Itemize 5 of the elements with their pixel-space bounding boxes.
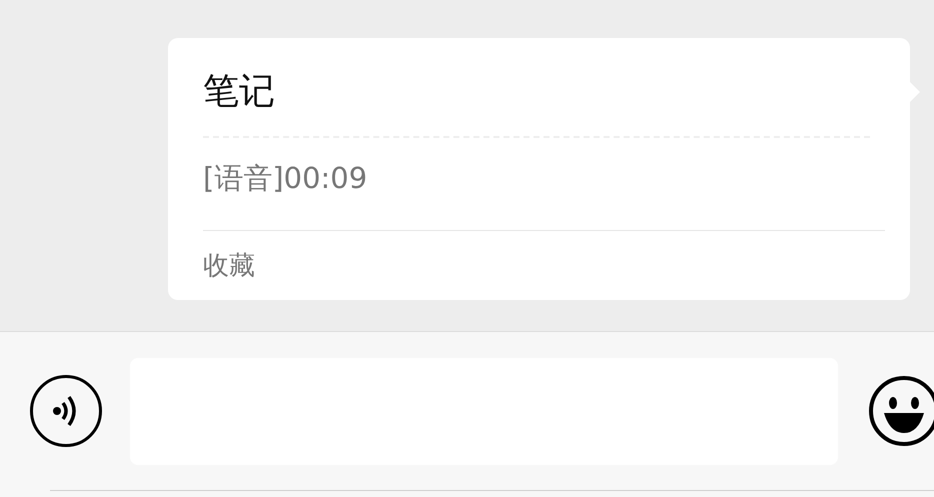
card-title: 笔记 [203,70,275,114]
voice-button[interactable] [30,375,102,447]
voice-message-text: [语音]00:09 [203,160,368,197]
smiley-icon[interactable] [868,375,934,447]
source-label: 收藏 [203,250,255,283]
